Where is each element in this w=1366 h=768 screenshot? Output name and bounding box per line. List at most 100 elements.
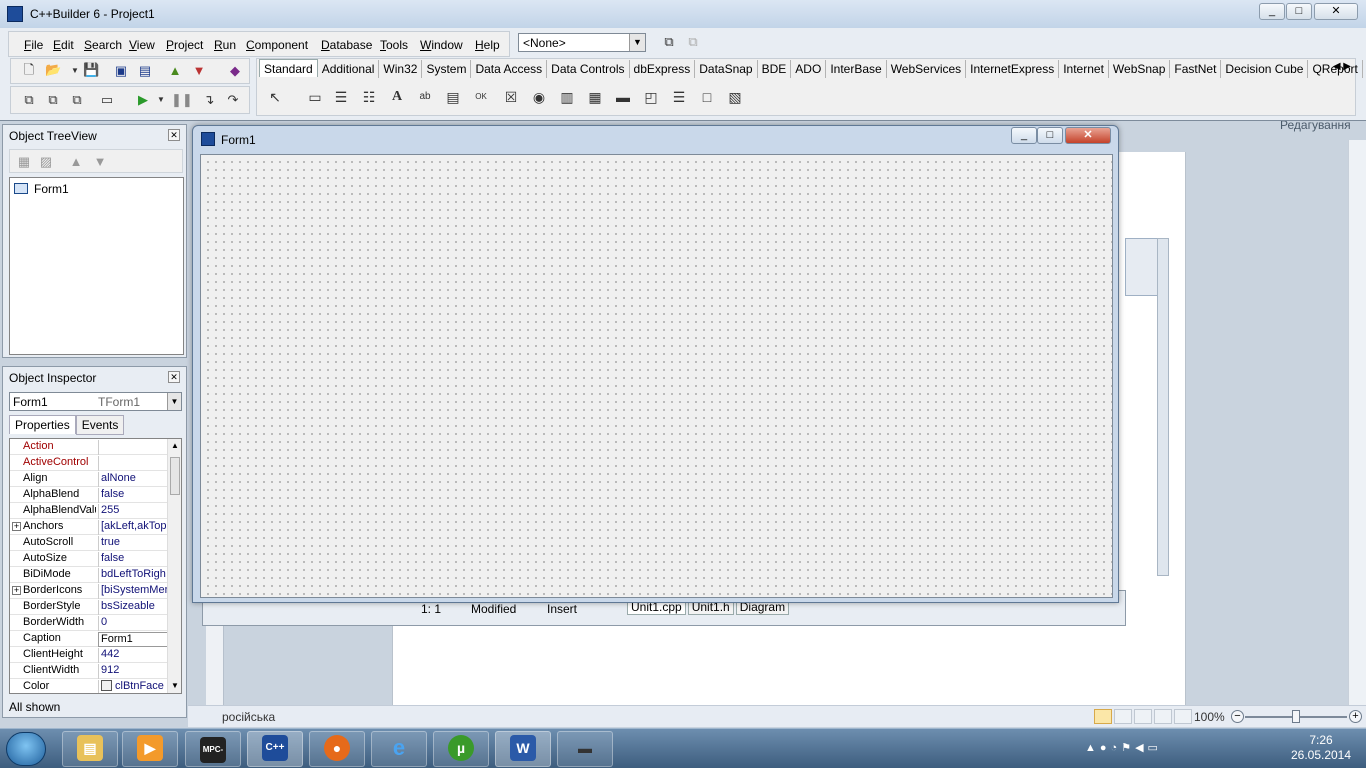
tanks-game-taskbar-icon[interactable]: ▬ [557, 731, 613, 767]
zoom-slider-thumb[interactable] [1292, 710, 1300, 723]
groupbox-icon[interactable]: ◰ [641, 87, 661, 107]
menu-file[interactable]: File [24, 38, 43, 52]
print-layout-icon[interactable] [1094, 709, 1112, 724]
property-row[interactable]: Align alNone [10, 471, 168, 487]
arrow-up-icon[interactable]: ▲ [68, 154, 84, 170]
frame-icon[interactable]: ▭ [305, 87, 325, 107]
label-icon[interactable]: A [387, 87, 407, 107]
property-value[interactable]: alNone [98, 472, 168, 487]
combobox-icon[interactable]: ▦ [585, 87, 605, 107]
arrow-right-icon[interactable]: ▶ [1343, 61, 1351, 72]
tab-win32[interactable]: Win32 [379, 60, 423, 78]
form1-designer-window[interactable]: Form1 _ □ ✕ [192, 125, 1119, 603]
open-project-icon[interactable]: ▤ [137, 63, 153, 79]
outline-view-icon[interactable] [1154, 709, 1172, 724]
run-dropdown-icon[interactable]: ▼ [153, 92, 169, 108]
menu-edit[interactable]: Edit [53, 38, 74, 52]
network-tray-icon[interactable]: ◔ [1111, 742, 1122, 754]
step-over-icon[interactable]: ↷ [225, 92, 241, 108]
property-value[interactable]: [biSystemMen [98, 584, 168, 599]
tab-standard[interactable]: Standard [259, 59, 318, 77]
panel-icon[interactable]: □ [697, 87, 717, 107]
word-zoom-level[interactable]: 100% [1194, 710, 1225, 724]
build-configuration-select[interactable]: <None> ▼ [518, 33, 646, 52]
minimize-icon[interactable]: _ [1259, 3, 1285, 20]
menu-search[interactable]: Search [84, 38, 122, 52]
reading-view-icon[interactable] [1114, 709, 1132, 724]
chevron-down-icon[interactable]: ▼ [167, 393, 181, 410]
close-icon[interactable]: ✕ [168, 371, 180, 383]
property-value[interactable]: 0 [98, 616, 168, 631]
remove-file-icon[interactable]: ▼ [191, 63, 207, 79]
tab-internetexpress[interactable]: InternetExpress [966, 60, 1060, 78]
delete-item-icon[interactable]: ▨ [38, 154, 54, 170]
property-value[interactable]: [akLeft,akTop [98, 520, 168, 535]
tab-additional[interactable]: Additional [318, 60, 380, 78]
checkbox-icon[interactable]: ☒ [501, 87, 521, 107]
property-value[interactable]: Form1 [98, 632, 168, 647]
window-list-icon[interactable]: ⧉ [661, 34, 677, 50]
menu-view[interactable]: View [129, 38, 155, 52]
tab-properties[interactable]: Properties [9, 415, 76, 434]
arrow-up-icon[interactable]: ▲ [171, 441, 179, 450]
arrow-left-icon[interactable]: ◀ [1333, 61, 1341, 72]
property-value[interactable]: bdLeftToRigh [98, 568, 168, 583]
radiogroup-icon[interactable]: ☰ [669, 87, 689, 107]
property-row[interactable]: AutoSize false [10, 551, 168, 567]
tab-system[interactable]: System [422, 60, 472, 78]
close-icon[interactable]: ✕ [168, 129, 180, 141]
tab-data-access[interactable]: Data Access [471, 60, 548, 78]
firefox-taskbar-icon[interactable]: ● [309, 731, 365, 767]
menu-project[interactable]: Project [166, 38, 203, 52]
draft-view-icon[interactable] [1174, 709, 1192, 724]
tab-data-controls[interactable]: Data Controls [547, 60, 630, 78]
popupmenu-icon[interactable]: ☷ [359, 87, 379, 107]
property-row[interactable]: BiDiMode bdLeftToRigh [10, 567, 168, 583]
toggle-form-unit-icon-2[interactable]: ⧉ [69, 92, 85, 108]
menu-help[interactable]: Help [475, 38, 500, 52]
zoom-in-icon[interactable]: + [1349, 710, 1362, 723]
view-form-icon[interactable]: ⧉ [45, 92, 61, 108]
minimize-icon[interactable]: _ [1011, 127, 1037, 144]
tab-fastnet[interactable]: FastNet [1170, 60, 1222, 78]
button-icon[interactable]: OK [471, 87, 491, 107]
start-button[interactable] [6, 732, 46, 766]
property-row[interactable]: + BorderIcons [biSystemMen [10, 583, 168, 599]
zoom-out-icon[interactable]: − [1231, 710, 1244, 723]
add-file-icon[interactable]: ▲ [167, 63, 183, 79]
pause-icon[interactable]: ❚❚ [171, 92, 193, 108]
property-value[interactable] [98, 456, 168, 471]
new-form-icon[interactable]: ▭ [99, 92, 115, 108]
treeview-item-form1[interactable]: Form1 [14, 182, 69, 196]
property-row[interactable]: Color clBtnFace [10, 679, 168, 693]
property-row[interactable]: BorderWidth 0 [10, 615, 168, 631]
listbox-icon[interactable]: ▥ [557, 87, 577, 107]
scrollbar-icon[interactable]: ▬ [613, 87, 633, 107]
new-item-icon[interactable]: ▦ [16, 154, 32, 170]
palette-scroll-arrows[interactable]: ◀ ▶ [1333, 61, 1351, 72]
close-icon[interactable]: ✕ [1065, 127, 1111, 144]
toggle-form-unit-icon[interactable]: ⧉ [685, 34, 701, 50]
tab-interbase[interactable]: InterBase [826, 60, 887, 78]
property-row[interactable]: ClientWidth 912 [10, 663, 168, 679]
save-all-icon[interactable]: ▣ [113, 63, 129, 79]
actionlist-icon[interactable]: ▧ [725, 87, 745, 107]
expand-icon[interactable]: + [12, 586, 21, 595]
chevron-down-icon[interactable]: ▼ [629, 34, 645, 51]
property-row[interactable]: + Anchors [akLeft,akTop [10, 519, 168, 535]
run-icon[interactable]: ▶ [135, 92, 151, 108]
tab-ado[interactable]: ADO [791, 60, 827, 78]
word-language-indicator[interactable]: російська [222, 710, 275, 724]
property-value[interactable]: 255 [98, 504, 168, 519]
explorer-taskbar-icon[interactable]: ▤ [62, 731, 118, 767]
property-value[interactable]: false [98, 488, 168, 503]
action-center-icon[interactable]: ⚑ [1121, 742, 1135, 754]
property-value[interactable]: true [98, 536, 168, 551]
tab-internet[interactable]: Internet [1059, 60, 1109, 78]
property-row[interactable]: AutoScroll true [10, 535, 168, 551]
property-value[interactable]: clBtnFace [98, 680, 168, 693]
open-icon[interactable]: 📂 [45, 63, 61, 79]
cbuilder-taskbar-icon[interactable]: C++ [247, 731, 303, 767]
edit-icon[interactable]: ab [415, 87, 435, 107]
form1-design-surface[interactable] [200, 154, 1113, 598]
